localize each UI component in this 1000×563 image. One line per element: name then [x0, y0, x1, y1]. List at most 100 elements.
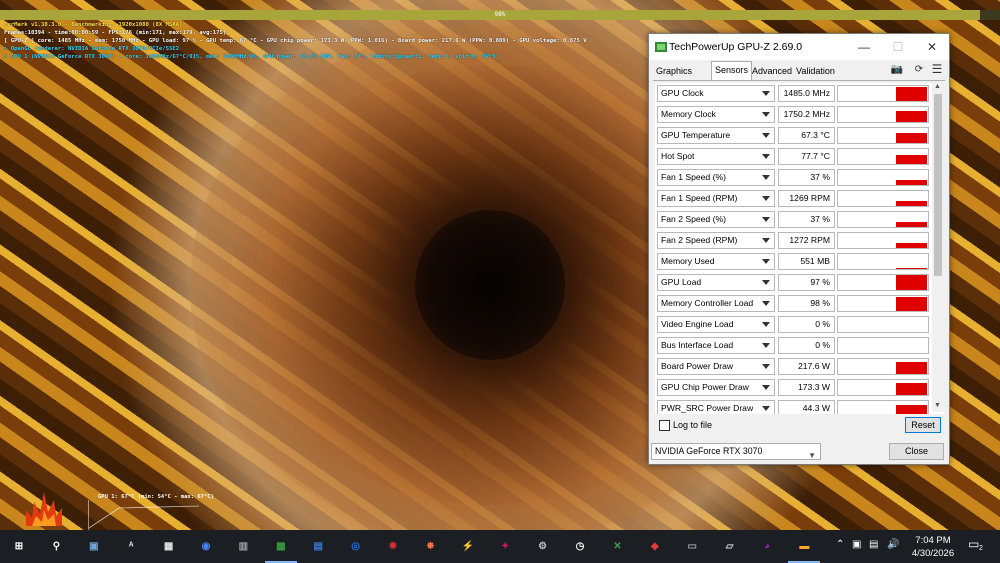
scroll-up-icon[interactable]: ▲	[934, 83, 941, 90]
sensor-value: 67.3 °C	[778, 127, 835, 144]
sensor-graph	[837, 400, 929, 414]
maximize-button[interactable]: ☐	[881, 34, 915, 60]
checkbox-box[interactable]	[659, 420, 670, 431]
hwinfo-icon[interactable]: ✦	[494, 535, 516, 557]
screenshot-button[interactable]: 📷	[890, 62, 904, 76]
people-icon[interactable]: ⌃	[836, 539, 844, 550]
sensor-name: Memory Used	[661, 256, 715, 266]
sensor-graph-bar	[896, 243, 927, 248]
furmark-frames-line: Frames:10394 - time:00:00:59 - FPS:176 (…	[4, 30, 227, 36]
sensor-name-dropdown[interactable]: PWR_SRC Power Draw	[657, 400, 775, 414]
sensor-value: 1485.0 MHz	[778, 85, 835, 102]
sensor-name-dropdown[interactable]: Board Power Draw	[657, 358, 775, 375]
sensor-name-dropdown[interactable]: GPU Temperature	[657, 127, 775, 144]
menu-button[interactable]: ☰	[930, 62, 944, 76]
minimize-button[interactable]: —	[847, 34, 881, 60]
network-icon[interactable]: ▣	[852, 539, 861, 550]
tab-validation[interactable]: Validation	[793, 63, 838, 80]
reset-button[interactable]: Reset	[905, 417, 941, 433]
scroll-down-icon[interactable]: ▼	[934, 402, 941, 409]
sensor-name-dropdown[interactable]: Memory Clock	[657, 106, 775, 123]
sensor-value: 98 %	[778, 295, 835, 312]
sensor-value: 1272 RPM	[778, 232, 835, 249]
search-icon[interactable]: ⚲	[45, 535, 67, 557]
tab-graphics-card[interactable]: Graphics Card	[653, 63, 695, 92]
sensor-name-dropdown[interactable]: Fan 1 Speed (%)	[657, 169, 775, 186]
volume-icon[interactable]: 🔊	[887, 539, 899, 550]
maximize-icon: ☐	[892, 40, 904, 54]
burn-in-icon[interactable]: ✸	[419, 535, 441, 557]
sensor-graph	[837, 316, 929, 333]
sensor-name-dropdown[interactable]: Memory Controller Load	[657, 295, 775, 312]
window-title: TechPowerUp GPU-Z 2.69.0	[669, 41, 803, 53]
sensor-name-dropdown[interactable]: Fan 2 Speed (%)	[657, 211, 775, 228]
xbox-icon[interactable]: ✕	[606, 535, 628, 557]
scroll-thumb[interactable]	[934, 94, 942, 276]
gear-tool-icon[interactable]: ⚙	[532, 535, 554, 557]
network-tool-icon[interactable]: ▱	[719, 535, 741, 557]
sensor-name: Memory Controller Load	[661, 298, 754, 308]
sensor-name-dropdown[interactable]: Video Engine Load	[657, 316, 775, 333]
sensor-value: 44.3 W	[778, 400, 835, 414]
gpuz-titlebar[interactable]: TechPowerUp GPU-Z 2.69.0 — ☐ ✕	[649, 34, 949, 60]
file-explorer-scan-icon[interactable]: ▣	[83, 535, 105, 557]
furmark-icon[interactable]: ✹	[382, 535, 404, 557]
sensor-row: Bus Interface Load 0 %	[655, 335, 939, 356]
clock-time[interactable]: 7:04 PM	[909, 535, 957, 546]
sensor-name: GPU Clock	[661, 88, 704, 98]
chrome-icon[interactable]: ◉	[195, 535, 217, 557]
furmark-progress-bar: 98%	[0, 10, 1000, 20]
notification-icon: ▭	[968, 537, 980, 551]
furmark-progress-text: 98%	[494, 11, 506, 18]
sensor-name-dropdown[interactable]: GPU Clock	[657, 85, 775, 102]
sensor-graph	[837, 295, 929, 312]
sensor-graph-bar	[896, 201, 927, 206]
chevron-down-icon	[762, 406, 770, 411]
tab-divider	[653, 80, 945, 81]
refresh-button[interactable]: ⟳	[912, 62, 926, 76]
start-icon[interactable]: ⊞	[8, 535, 30, 557]
clock-date[interactable]: 4/30/2026	[904, 548, 962, 559]
3dmark-icon[interactable]: ◆	[644, 535, 666, 557]
notification-center-button[interactable]: ▭ 2	[968, 537, 986, 555]
sensor-graph	[837, 190, 929, 207]
sensor-row: Memory Controller Load 98 %	[655, 293, 939, 314]
folder-icon[interactable]: ▬	[793, 535, 815, 557]
sensor-name: PWR_SRC Power Draw	[661, 403, 754, 413]
sensor-graph-bar	[896, 133, 927, 143]
sensor-row: Fan 1 Speed (RPM) 1269 RPM	[655, 188, 939, 209]
sensor-name-dropdown[interactable]: Fan 2 Speed (RPM)	[657, 232, 775, 249]
cinebench-icon[interactable]: ◎	[345, 535, 367, 557]
sensor-graph-bar	[896, 180, 927, 185]
dou-icon[interactable]: ▦	[158, 535, 180, 557]
gpu-select-dropdown[interactable]: NVIDIA GeForce RTX 3070 ▼	[651, 443, 821, 460]
furmark-gpu1-line: > GPU 1 (NVIDIA GeForce RTX 3070) - core…	[4, 54, 500, 60]
sensor-graph-bar	[896, 383, 927, 395]
color-tool-icon[interactable]: ◕	[756, 535, 778, 557]
tab-sensors[interactable]: Sensors	[711, 61, 753, 80]
msi-afterburner-icon[interactable]: ⚡	[457, 535, 479, 557]
gpu-tool-icon[interactable]: ▥	[232, 535, 254, 557]
sensor-name-dropdown[interactable]: Fan 1 Speed (RPM)	[657, 190, 775, 207]
tab-advanced[interactable]: Advanced	[749, 63, 795, 80]
sensor-name-dropdown[interactable]: GPU Load	[657, 274, 775, 291]
sensor-name: GPU Chip Power Draw	[661, 382, 749, 392]
amd-icon[interactable]: ᴬ	[120, 535, 142, 557]
sensor-name-dropdown[interactable]: Hot Spot	[657, 148, 775, 165]
clock-tool-icon[interactable]: ◷	[569, 535, 591, 557]
task-manager-icon[interactable]: ▤	[307, 535, 329, 557]
chevron-down-icon	[762, 112, 770, 117]
sensor-name-dropdown[interactable]: Memory Used	[657, 253, 775, 270]
sensor-graph-bar	[896, 222, 927, 227]
sensor-name-dropdown[interactable]: Bus Interface Load	[657, 337, 775, 354]
sensor-name: Video Engine Load	[661, 319, 734, 329]
device-tool-icon[interactable]: ▭	[681, 535, 703, 557]
close-button[interactable]: Close	[889, 443, 944, 460]
close-window-button[interactable]: ✕	[915, 34, 949, 60]
furmark-flame-icon	[26, 492, 62, 526]
gpuz-window[interactable]: TechPowerUp GPU-Z 2.69.0 — ☐ ✕ Graphics …	[648, 33, 950, 465]
sensor-scrollbar[interactable]: ▲ ▼	[932, 82, 944, 412]
gpuz-icon[interactable]: ▦	[270, 535, 292, 557]
tray-app-icon[interactable]: ▤	[869, 539, 878, 550]
sensor-name-dropdown[interactable]: GPU Chip Power Draw	[657, 379, 775, 396]
